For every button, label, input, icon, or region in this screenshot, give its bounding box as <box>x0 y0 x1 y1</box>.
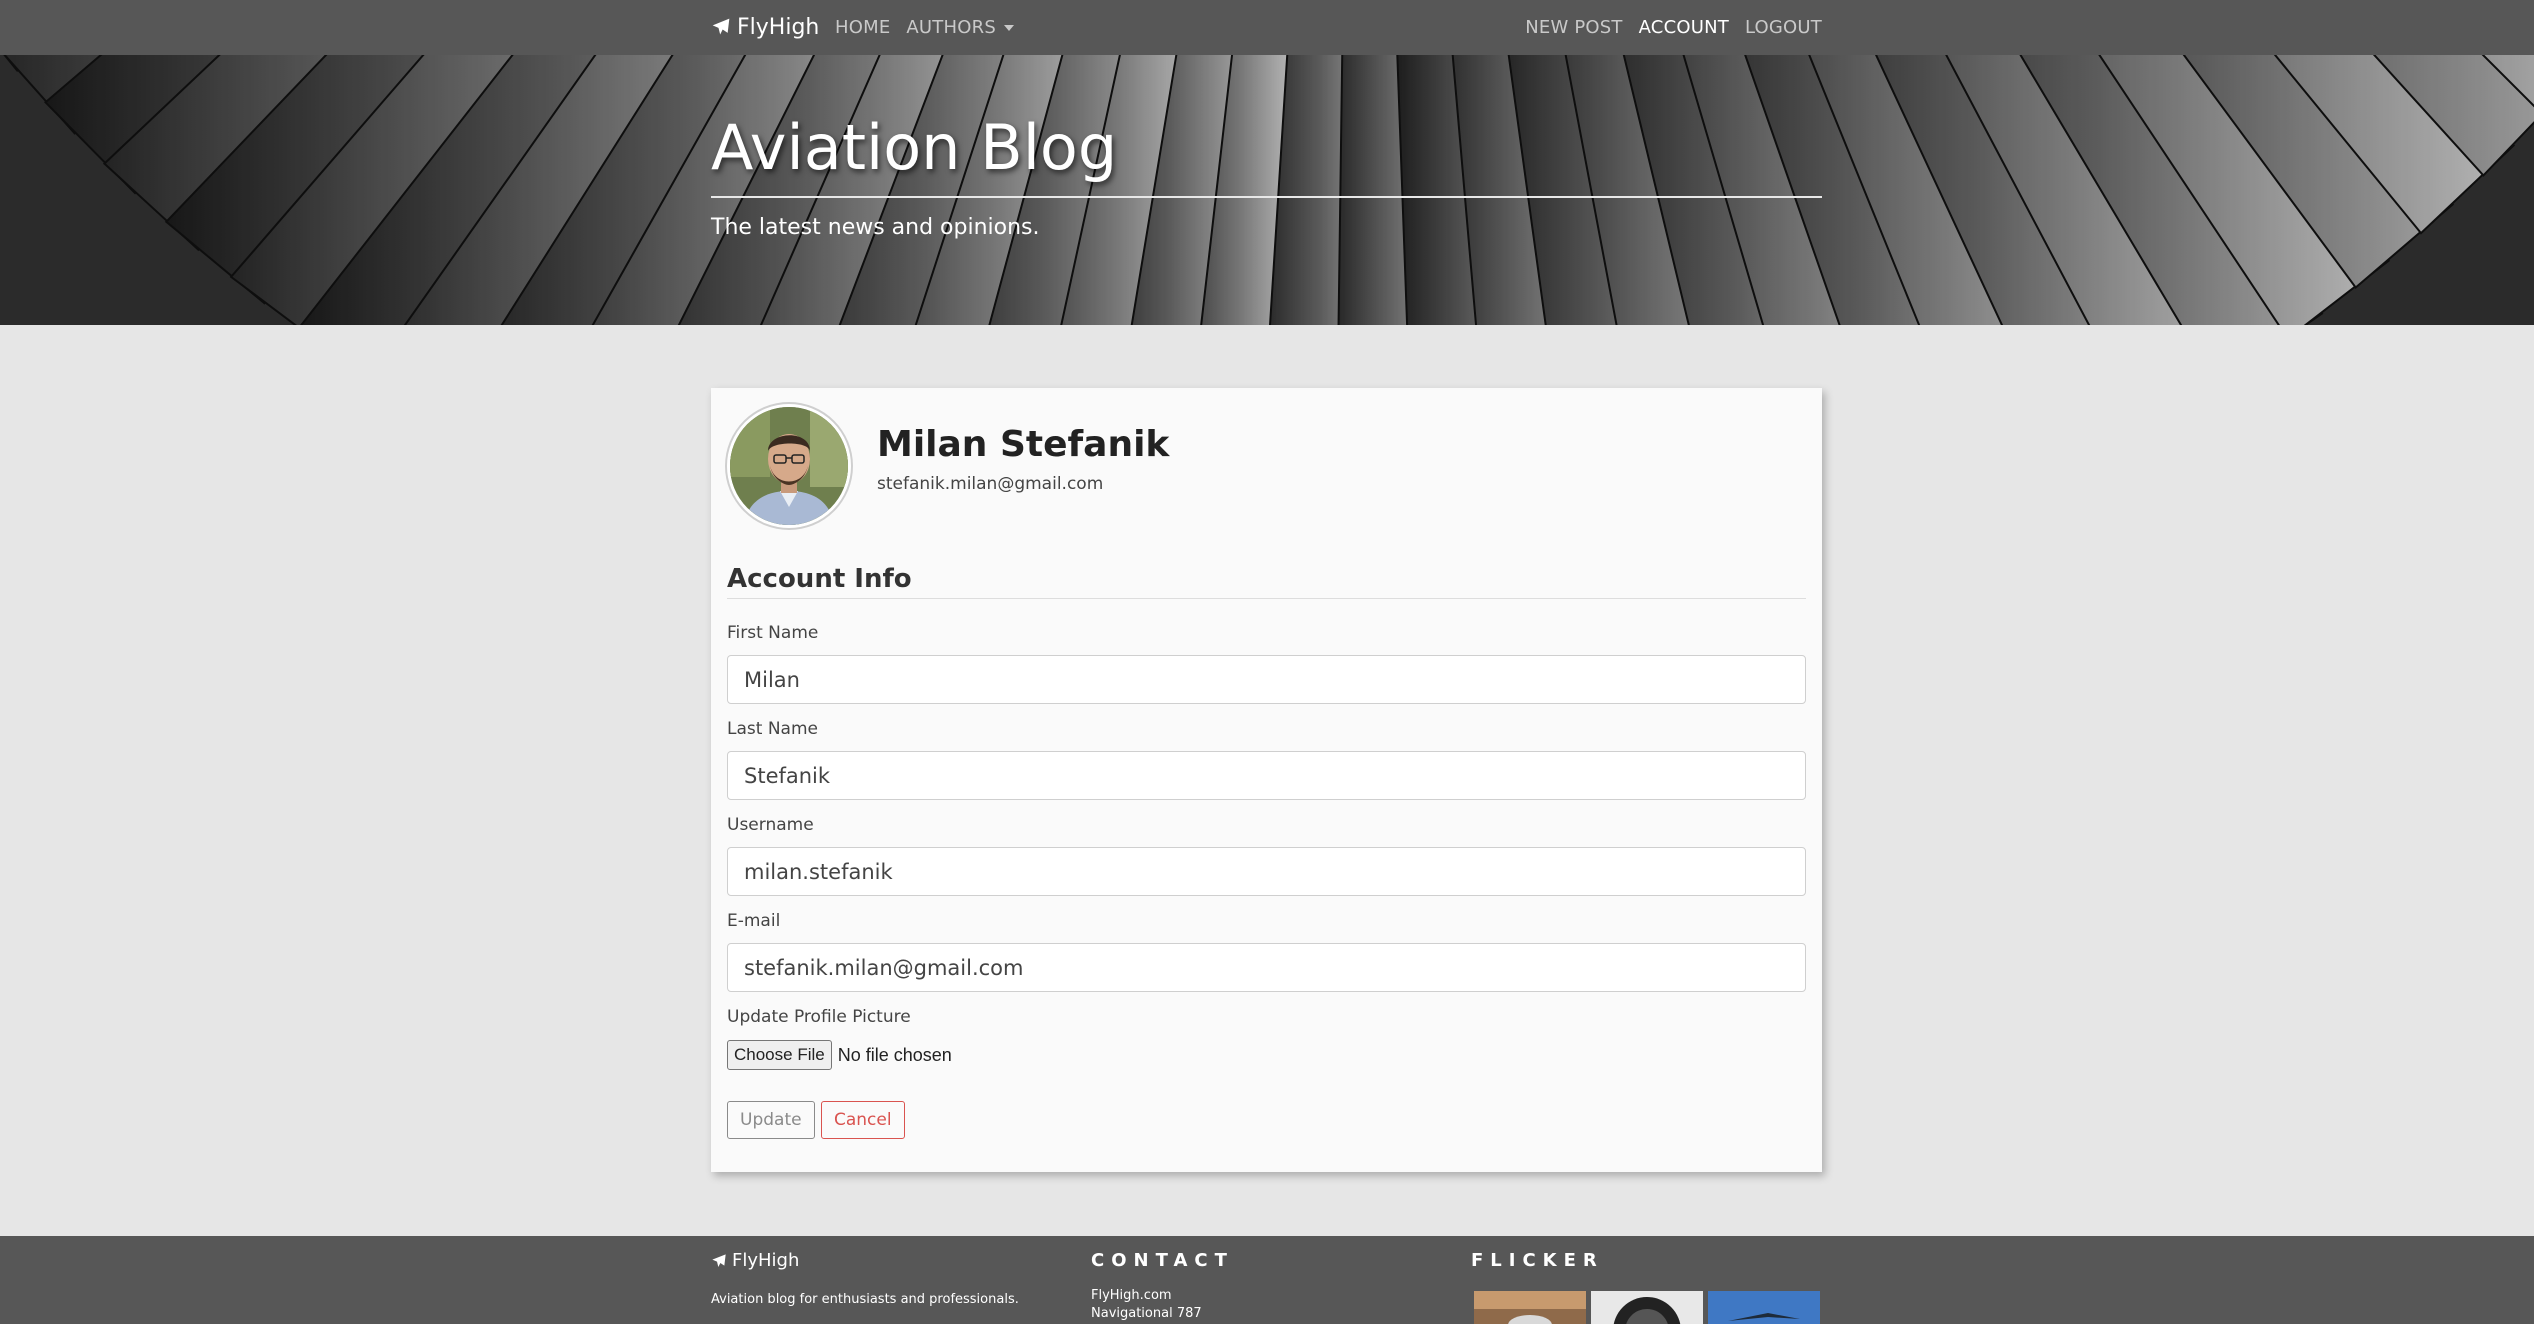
nav-new-post-link[interactable]: NEW POST <box>1525 17 1622 38</box>
last-name-label: Last Name <box>727 719 818 739</box>
last-name-field[interactable] <box>727 751 1806 800</box>
flicker-thumbnail[interactable] <box>1591 1291 1703 1324</box>
flicker-heading: FLICKER <box>1471 1250 1604 1271</box>
flicker-thumbnail[interactable] <box>1708 1291 1820 1324</box>
file-input: Choose File No file chosen <box>727 1040 952 1070</box>
cancel-button[interactable]: Cancel <box>821 1101 905 1139</box>
nav-left-group: HOME AUTHORS <box>835 0 1014 55</box>
profile-email: stefanik.milan@gmail.com <box>877 474 1104 494</box>
nav-authors-label: AUTHORS <box>906 17 996 38</box>
nav-home-link[interactable]: HOME <box>835 17 890 38</box>
nav-authors-dropdown[interactable]: AUTHORS <box>906 17 1014 38</box>
caret-down-icon <box>1003 24 1014 31</box>
footer: FlyHigh Aviation blog for enthusiasts an… <box>0 1236 2534 1324</box>
brand-label: FlyHigh <box>737 14 820 40</box>
paper-plane-icon <box>712 1253 726 1267</box>
contact-line: FlyHigh.com <box>1091 1288 1172 1303</box>
contact-heading: CONTACT <box>1091 1250 1234 1271</box>
first-name-field[interactable] <box>727 655 1806 704</box>
top-navbar: FlyHigh HOME AUTHORS NEW POST ACCOUNT LO… <box>0 0 2534 55</box>
avatar-photo <box>730 407 848 525</box>
footer-tagline: Aviation blog for enthusiasts and profes… <box>711 1292 1019 1307</box>
paper-plane-icon <box>712 18 730 35</box>
nav-logout-link[interactable]: LOGOUT <box>1745 17 1822 38</box>
avatar <box>727 404 851 528</box>
section-title: Account Info <box>727 564 912 594</box>
footer-brand-label: FlyHigh <box>732 1250 800 1271</box>
email-field[interactable] <box>727 943 1806 992</box>
profile-picture-label: Update Profile Picture <box>727 1007 911 1027</box>
file-status-text: No file chosen <box>837 1044 952 1065</box>
page-title: Aviation Blog <box>711 111 1118 184</box>
nav-account-link[interactable]: ACCOUNT <box>1639 17 1729 38</box>
hero-banner: Aviation Blog The latest news and opinio… <box>0 55 2534 325</box>
navbar-container: FlyHigh HOME AUTHORS NEW POST ACCOUNT LO… <box>711 0 1822 55</box>
flicker-gallery <box>1474 1291 1820 1324</box>
section-divider <box>727 598 1806 599</box>
contact-line: Navigational 787 <box>1091 1306 1202 1321</box>
profile-name: Milan Stefanik <box>877 424 1170 465</box>
account-card: Milan Stefanik stefanik.milan@gmail.com … <box>711 388 1822 1172</box>
flicker-thumbnail[interactable] <box>1474 1291 1586 1324</box>
username-label: Username <box>727 815 814 835</box>
update-button[interactable]: Update <box>727 1101 815 1139</box>
hero-divider <box>711 196 1822 198</box>
hero-content: Aviation Blog The latest news and opinio… <box>711 55 1822 325</box>
page-subtitle: The latest news and opinions. <box>711 215 1040 240</box>
username-field[interactable] <box>727 847 1806 896</box>
nav-right-group: NEW POST ACCOUNT LOGOUT <box>1525 0 1822 55</box>
email-label: E-mail <box>727 911 781 931</box>
footer-brand[interactable]: FlyHigh <box>711 1250 799 1271</box>
brand-link[interactable]: FlyHigh <box>711 11 819 43</box>
choose-file-button[interactable]: Choose File <box>727 1040 832 1070</box>
first-name-label: First Name <box>727 623 819 643</box>
footer-container: FlyHigh Aviation blog for enthusiasts an… <box>711 1236 1822 1324</box>
